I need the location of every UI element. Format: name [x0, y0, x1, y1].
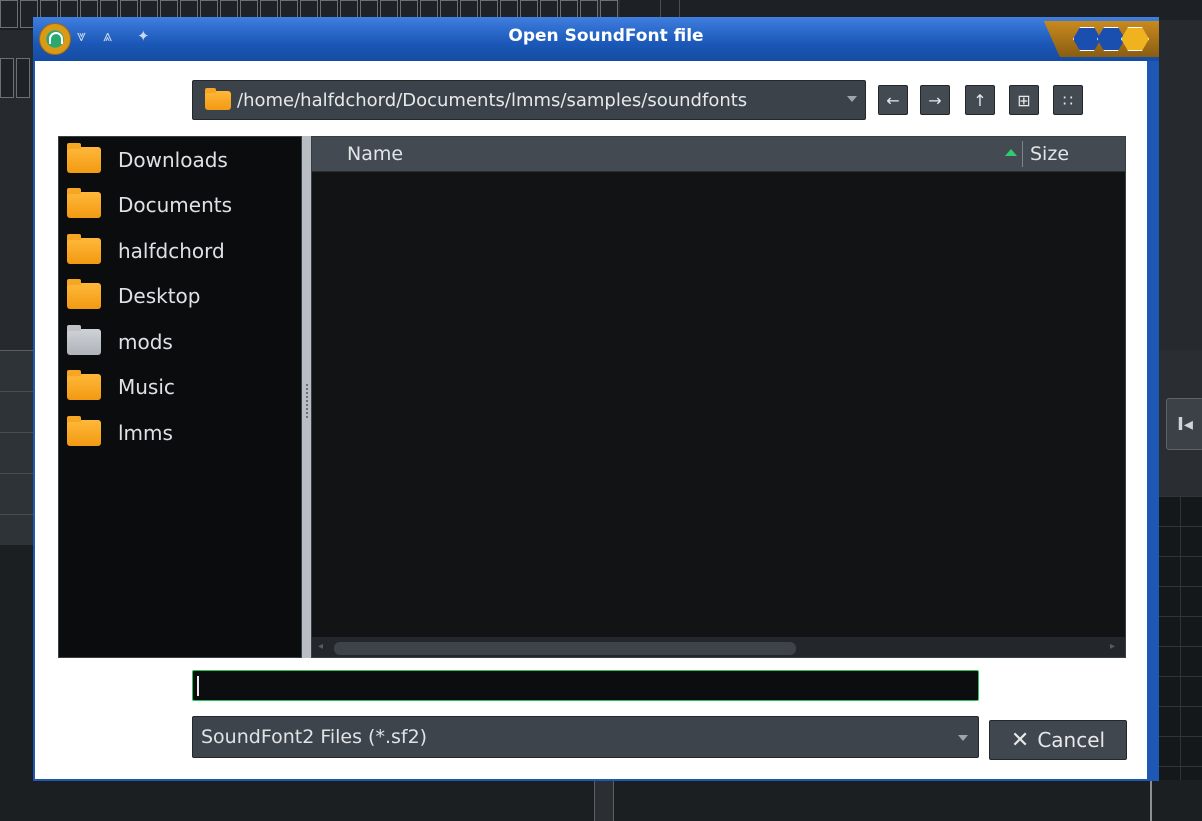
- background-divider: [594, 780, 614, 821]
- cancel-button-label: Cancel: [1037, 728, 1106, 752]
- column-separator[interactable]: [1022, 141, 1023, 167]
- sidebar-item-music[interactable]: Music: [67, 367, 175, 407]
- sidebar-item-halfdchord[interactable]: halfdchord: [67, 231, 225, 271]
- open-soundfont-dialog: ⩔ ⩓ ✦ Open SoundFont file /home/halfdcho…: [33, 17, 1159, 781]
- folder-icon: [67, 416, 101, 446]
- rewind-icon: I◂: [1177, 413, 1193, 435]
- column-header-name[interactable]: Name: [347, 143, 403, 165]
- parent-directory-button[interactable]: ↑: [965, 85, 995, 115]
- back-button[interactable]: ←: [878, 85, 908, 115]
- sidebar-item-label: lmms: [118, 421, 173, 445]
- column-header-size[interactable]: Size: [1030, 143, 1069, 165]
- new-folder-button[interactable]: ⊞: [1009, 85, 1039, 115]
- folder-grey-icon: [67, 325, 101, 355]
- sidebar-item-label: Desktop: [118, 284, 201, 308]
- sidebar-item-label: mods: [118, 330, 173, 354]
- sidebar-item-label: Music: [118, 375, 175, 399]
- folder-icon: [67, 370, 101, 400]
- file-list[interactable]: Name Size ◂ ▸: [311, 136, 1126, 658]
- forward-button[interactable]: →: [920, 85, 950, 115]
- sidebar-item-documents[interactable]: Documents: [67, 185, 232, 225]
- sidebar-item-label: Downloads: [118, 148, 228, 172]
- filter-value: SoundFont2 Files (*.sf2): [201, 726, 428, 748]
- dialog-title: Open SoundFont file: [508, 26, 704, 46]
- dialog-client-area: /home/halfdchord/Documents/lmms/samples/…: [35, 61, 1147, 779]
- titlebar[interactable]: ⩔ ⩓ ✦ Open SoundFont file: [33, 17, 1159, 61]
- file-type-filter-combobox[interactable]: SoundFont2 Files (*.sf2): [192, 716, 979, 758]
- sidebar-item-lmms[interactable]: lmms: [67, 413, 173, 453]
- splitter-grip-icon: [306, 384, 308, 418]
- places-sidebar: Downloads Documents halfdchord Desktop m…: [58, 136, 302, 658]
- cancel-button[interactable]: ✕ Cancel: [989, 720, 1127, 760]
- chevron-down-icon: [847, 96, 857, 102]
- background-grid: [1158, 496, 1202, 780]
- file-list-header: Name Size: [312, 137, 1125, 172]
- scrollbar-thumb[interactable]: [334, 642, 796, 655]
- background-rewind-button[interactable]: I◂: [1166, 398, 1202, 450]
- sort-ascending-icon: [1005, 149, 1017, 156]
- scroll-right-icon[interactable]: ▸: [1110, 641, 1115, 652]
- path-text: /home/halfdchord/Documents/lmms/samples/…: [237, 89, 748, 111]
- arrow-up-icon: ↑: [973, 90, 987, 110]
- sidebar-item-mods[interactable]: mods: [67, 322, 173, 362]
- sidebar-item-desktop[interactable]: Desktop: [67, 276, 200, 316]
- arrow-right-icon: →: [928, 90, 942, 110]
- sidebar-item-label: Documents: [118, 193, 233, 217]
- sidebar-item-downloads[interactable]: Downloads: [67, 140, 228, 180]
- close-icon: ✕: [1010, 727, 1030, 753]
- view-mode-button[interactable]: ∷: [1053, 85, 1083, 115]
- horizontal-scrollbar[interactable]: ◂ ▸: [312, 637, 1125, 657]
- grid-view-icon: ∷: [1062, 90, 1074, 110]
- arrow-left-icon: ←: [886, 90, 900, 110]
- folder-icon: [205, 87, 231, 110]
- chevron-down-icon: [958, 735, 968, 741]
- text-caret: [197, 676, 199, 696]
- path-combobox[interactable]: /home/halfdchord/Documents/lmms/samples/…: [192, 80, 866, 120]
- new-folder-icon: ⊞: [1017, 90, 1031, 110]
- background-vline: [1150, 780, 1152, 821]
- folder-icon: [67, 279, 101, 309]
- scroll-left-icon[interactable]: ◂: [318, 641, 323, 652]
- folder-icon: [67, 188, 101, 218]
- folder-icon: [67, 234, 101, 264]
- sidebar-item-label: halfdchord: [118, 239, 225, 263]
- filename-input[interactable]: [192, 670, 979, 701]
- background-keys-row2: [0, 58, 30, 98]
- folder-icon: [67, 143, 101, 173]
